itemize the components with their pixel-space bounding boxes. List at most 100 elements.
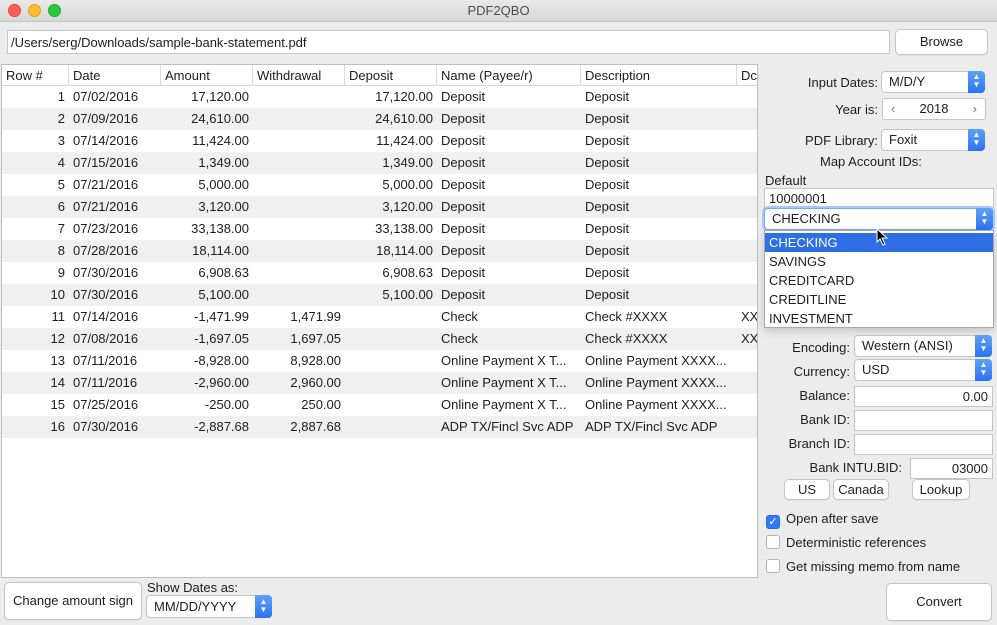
deterministic-checkbox[interactable] bbox=[766, 535, 780, 549]
column-header[interactable]: Date bbox=[69, 65, 161, 86]
change-amount-sign-button[interactable]: Change amount sign bbox=[4, 582, 142, 620]
table-cell: -2,887.68 bbox=[194, 419, 249, 434]
input-dates-select[interactable]: M/D/Y ▲ ▼ bbox=[881, 71, 985, 93]
show-dates-label: Show Dates as: bbox=[147, 580, 239, 595]
table-row[interactable]: 3 07/14/2016 11,424.00 11,424.00 Deposit Depo… bbox=[2, 130, 757, 152]
table-cell: 16 bbox=[50, 419, 65, 434]
column-header[interactable]: Dc bbox=[737, 65, 757, 86]
column-header[interactable]: Row # bbox=[2, 65, 69, 86]
year-stepper[interactable]: ‹ 2018 › bbox=[882, 98, 986, 120]
column-header[interactable]: Name (Payee/r) bbox=[437, 65, 581, 86]
table-cell: XX bbox=[741, 309, 758, 324]
updown-arrows-icon: ▲ ▼ bbox=[968, 129, 985, 151]
intu-bid-field[interactable]: 03000 bbox=[910, 458, 993, 479]
open-after-save-checkbox[interactable]: ✓ bbox=[766, 515, 780, 529]
column-header[interactable]: Amount bbox=[161, 65, 253, 86]
table-cell: Deposit bbox=[585, 177, 630, 192]
table-cell bbox=[737, 196, 757, 218]
chevron-left-icon[interactable]: ‹ bbox=[891, 99, 895, 119]
table-row[interactable]: 1 07/02/2016 17,120.00 17,120.00 Deposit Depo… bbox=[2, 86, 757, 108]
table-cell: 17,120.00 bbox=[191, 89, 249, 104]
table-cell bbox=[253, 284, 345, 306]
convert-button[interactable]: Convert bbox=[886, 583, 992, 621]
table-cell: 07/02/2016 bbox=[73, 89, 139, 104]
column-header[interactable]: Description bbox=[581, 65, 737, 86]
browse-button[interactable]: Browse bbox=[895, 29, 988, 55]
table-row[interactable]: 12 07/08/2016 -1,697.05 1,697.05 Check Check … bbox=[2, 328, 757, 350]
table-cell: Deposit bbox=[441, 133, 486, 148]
column-header[interactable]: Deposit bbox=[345, 65, 437, 86]
table-row[interactable]: 4 07/15/2016 1,349.00 1,349.00 Deposit Deposi… bbox=[2, 152, 757, 174]
bank-id-field[interactable] bbox=[854, 410, 993, 431]
encoding-select[interactable]: Western (ANSI) ▲ ▼ bbox=[854, 335, 992, 357]
table-cell: 7 bbox=[57, 221, 65, 236]
table-cell: 5,100.00 bbox=[382, 287, 433, 302]
table-cell: Deposit bbox=[441, 243, 486, 258]
table-cell bbox=[737, 240, 757, 262]
table-header: Row # Date Amount Withdrawal Deposit Name (Pa… bbox=[2, 65, 757, 86]
pdf-library-select[interactable]: Foxit ▲ ▼ bbox=[881, 129, 985, 151]
table-cell: 11 bbox=[51, 309, 66, 324]
account-type-option[interactable]: CREDITCARD bbox=[765, 271, 993, 290]
file-path-field[interactable]: /Users/serg/Downloads/sample-bank-statem… bbox=[7, 30, 890, 54]
table-row[interactable]: 13 07/11/2016 -8,928.00 8,928.00 Online Paym… bbox=[2, 350, 757, 372]
table-cell bbox=[737, 86, 757, 108]
table-row[interactable]: 16 07/30/2016 -2,887.68 2,887.68 ADP TX/Finc… bbox=[2, 416, 757, 438]
table-cell bbox=[253, 240, 345, 262]
table-cell: Deposit bbox=[585, 133, 630, 148]
table-row[interactable]: 9 07/30/2016 6,908.63 6,908.63 Deposit Deposi… bbox=[2, 262, 757, 284]
table-cell: 1 bbox=[57, 89, 65, 104]
bank-id-label: Bank ID: bbox=[800, 412, 850, 427]
account-type-option[interactable]: SAVINGS bbox=[765, 252, 993, 271]
table-cell: 12 bbox=[50, 331, 65, 346]
table-row[interactable]: 11 07/14/2016 -1,471.99 1,471.99 Check Check … bbox=[2, 306, 758, 328]
branch-id-field[interactable] bbox=[854, 434, 993, 455]
table-row[interactable]: 5 07/21/2016 5,000.00 5,000.00 Deposit Deposi… bbox=[2, 174, 757, 196]
table-cell: 6 bbox=[57, 199, 65, 214]
balance-field[interactable]: 0.00 bbox=[854, 386, 993, 407]
table-cell: Check bbox=[441, 309, 478, 324]
table-row[interactable]: 14 07/11/2016 -2,960.00 2,960.00 Online Paym… bbox=[2, 372, 757, 394]
missing-memo-option[interactable]: Get missing memo from name bbox=[766, 559, 960, 577]
account-type-option[interactable]: CREDITLINE bbox=[765, 290, 993, 309]
us-button[interactable]: US bbox=[784, 479, 830, 500]
table-cell: Deposit bbox=[585, 199, 630, 214]
open-after-save-option[interactable]: ✓ Open after save bbox=[766, 511, 879, 529]
account-id-field[interactable]: 10000001 bbox=[764, 188, 994, 209]
currency-value: USD bbox=[862, 362, 890, 377]
table-cell: 33,138.00 bbox=[375, 221, 433, 236]
table-row[interactable]: 7 07/23/2016 33,138.00 33,138.00 Deposit Depo… bbox=[2, 218, 757, 240]
table-cell: Online Payment XXXX... bbox=[585, 397, 727, 412]
column-header[interactable]: Withdrawal bbox=[253, 65, 345, 86]
lookup-button[interactable]: Lookup bbox=[912, 479, 970, 500]
table-cell: 07/09/2016 bbox=[73, 111, 139, 126]
table-cell: 07/14/2016 bbox=[73, 309, 139, 324]
table-cell: 07/30/2016 bbox=[73, 287, 139, 302]
table-row[interactable]: 2 07/09/2016 24,610.00 24,610.00 Deposit Depo… bbox=[2, 108, 757, 130]
show-dates-select[interactable]: MM/DD/YYYY ▲ ▼ bbox=[146, 595, 272, 618]
transactions-table[interactable]: Row # Date Amount Withdrawal Deposit Name (Pa… bbox=[1, 64, 758, 578]
missing-memo-checkbox[interactable] bbox=[766, 559, 780, 573]
updown-arrows-icon: ▲ ▼ bbox=[975, 335, 992, 357]
table-cell: Deposit bbox=[441, 89, 486, 104]
table-row[interactable]: 6 07/21/2016 3,120.00 3,120.00 Deposit Deposi… bbox=[2, 196, 757, 218]
account-type-option[interactable]: INVESTMENT bbox=[765, 309, 993, 328]
title-bar: PDF2QBO bbox=[0, 0, 997, 22]
table-cell: 5,100.00 bbox=[198, 287, 249, 302]
chevron-right-icon[interactable]: › bbox=[973, 99, 977, 119]
table-cell: 10 bbox=[50, 287, 65, 302]
table-row[interactable]: 15 07/25/2016 -250.00 250.00 Online Payment … bbox=[2, 394, 757, 416]
table-cell bbox=[737, 130, 757, 152]
table-row[interactable]: 10 07/30/2016 5,100.00 5,100.00 Deposit Depos… bbox=[2, 284, 757, 306]
table-row[interactable]: 8 07/28/2016 18,114.00 18,114.00 Deposit Depo… bbox=[2, 240, 757, 262]
table-cell: 11,424.00 bbox=[192, 133, 249, 148]
show-dates-value: MM/DD/YYYY bbox=[154, 599, 237, 614]
encoding-label: Encoding: bbox=[792, 340, 850, 355]
currency-select[interactable]: USD ▲ ▼ bbox=[854, 359, 992, 381]
table-cell: Deposit bbox=[585, 89, 630, 104]
deterministic-option[interactable]: Deterministic references bbox=[766, 535, 926, 553]
account-type-select[interactable]: CHECKING ▲ ▼ bbox=[764, 208, 993, 230]
table-cell: 8,928.00 bbox=[290, 353, 341, 368]
table-cell: 13 bbox=[50, 353, 65, 368]
canada-button[interactable]: Canada bbox=[833, 479, 889, 500]
